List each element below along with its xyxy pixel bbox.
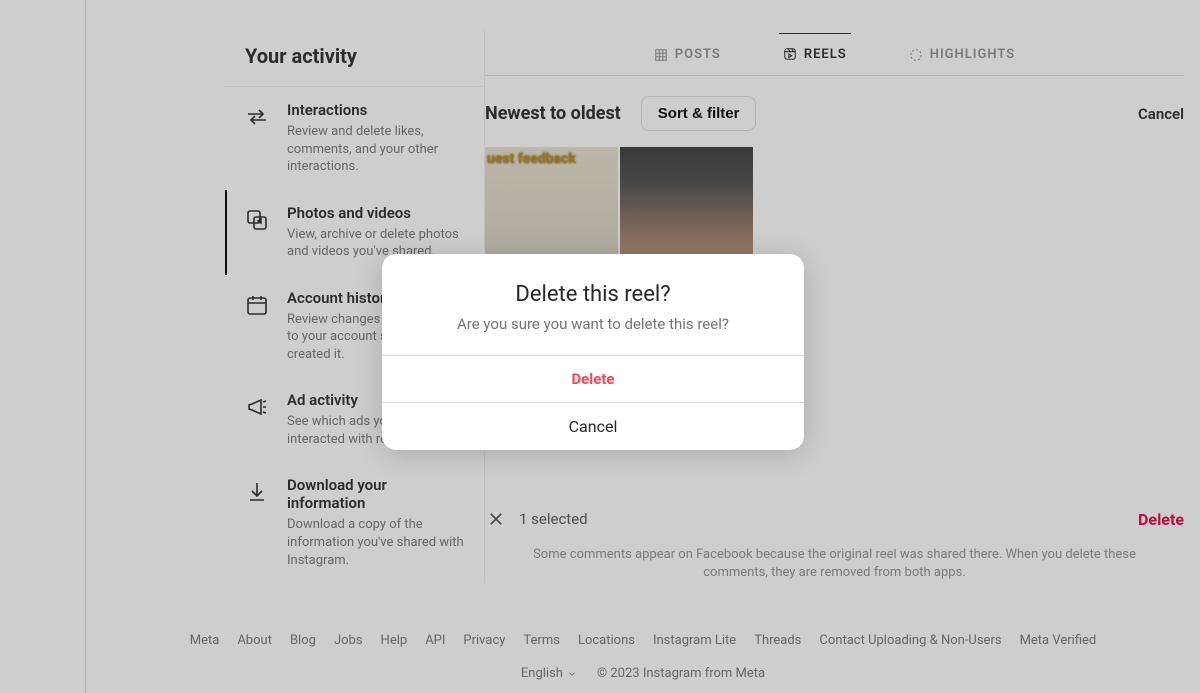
modal-delete-button[interactable]: Delete [382, 355, 804, 402]
modal-cancel-button[interactable]: Cancel [382, 402, 804, 450]
modal-message: Are you sure you want to delete this ree… [406, 315, 780, 333]
delete-confirmation-modal: Delete this reel? Are you sure you want … [382, 254, 804, 450]
modal-title: Delete this reel? [406, 282, 780, 307]
